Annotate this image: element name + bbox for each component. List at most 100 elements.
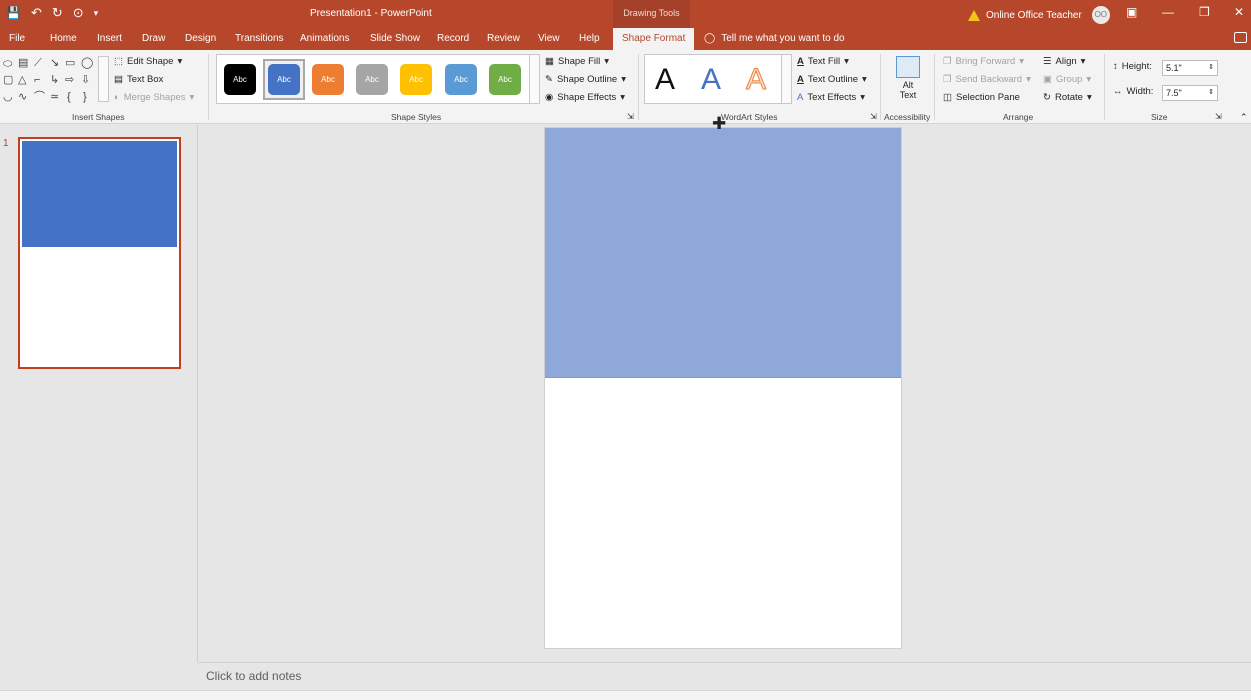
comments-icon[interactable] [1234, 32, 1247, 43]
rectangle-shape[interactable] [545, 128, 901, 378]
shape-style-black[interactable]: Abc [224, 64, 256, 95]
bring-forward-button[interactable]: ❐ Bring Forward ▾ [943, 56, 1024, 67]
lightbulb-icon: ◯ [704, 33, 716, 44]
shapes-gallery-more-button[interactable] [98, 56, 109, 102]
tab-review[interactable]: Review [487, 28, 520, 50]
shapes-gallery[interactable]: ⬭ ▤ ⟋ ↘ ▭ ◯ ▢ △ ⌐ ↳ ⇨ ⇩ ◡ ∿ ⌒ ≃ { } [3, 56, 109, 104]
tab-shape-format[interactable]: Shape Format [613, 28, 695, 50]
width-value: 7.5" [1166, 88, 1182, 98]
selection-pane-button[interactable]: ◫ Selection Pane [943, 92, 1020, 103]
shape-style-blue[interactable]: Abc [268, 64, 300, 95]
rectangle-icon[interactable]: ▭ [65, 57, 75, 69]
ribbon-tabs: File Home Insert Draw Design Transitions… [0, 28, 1251, 50]
shape-style-orange[interactable]: Abc [312, 64, 344, 95]
arrow-line-icon[interactable]: ↘ [50, 57, 59, 69]
shape-styles-group-label: Shape Styles [391, 112, 442, 122]
scribble-icon[interactable]: ∿ [18, 91, 27, 103]
crosshair-cursor-icon: ✚ [712, 114, 727, 133]
freeform-icon[interactable]: ◡ [3, 91, 13, 103]
close-icon[interactable]: ✕ [1234, 5, 1244, 19]
align-button[interactable]: ☰ Align ▾ [1043, 56, 1085, 67]
tell-me-search[interactable]: ◯ Tell me what you want to do [704, 28, 845, 50]
merge-shapes-button[interactable]: ◐ Merge Shapes ▾ [114, 92, 194, 103]
undo-icon[interactable]: ↶ [31, 5, 42, 21]
shape-style-light-blue[interactable]: Abc [445, 64, 477, 95]
tab-help[interactable]: Help [579, 28, 600, 50]
height-input[interactable]: 5.1" ⇕ [1162, 60, 1218, 76]
text-fill-button[interactable]: A Text Fill ▾ [797, 56, 849, 67]
oval-callout-icon[interactable]: ⬭ [3, 58, 12, 70]
rotate-button[interactable]: ↻ Rotate ▾ [1043, 92, 1092, 103]
tab-slide-show[interactable]: Slide Show [370, 28, 420, 50]
shape-styles-more-button[interactable] [529, 54, 540, 104]
elbow-arrow-icon[interactable]: ↳ [50, 74, 59, 86]
tab-file[interactable]: File [9, 28, 25, 50]
arc-icon[interactable]: ⌒ [34, 91, 45, 103]
dialog-launcher-icon[interactable]: ⇲ [1215, 112, 1222, 121]
group-divider [934, 54, 935, 120]
shape-styles-gallery: Abc Abc Abc Abc Abc Abc Abc [216, 54, 540, 104]
width-input[interactable]: 7.5" ⇕ [1162, 85, 1218, 101]
right-arrow-icon[interactable]: ⇨ [65, 74, 74, 86]
notes-pane[interactable]: Click to add notes [198, 662, 1251, 690]
tab-draw[interactable]: Draw [142, 28, 165, 50]
right-brace-icon[interactable]: } [83, 91, 87, 103]
restore-icon[interactable]: ❐ [1199, 5, 1210, 19]
curve-icon[interactable]: ≃ [50, 91, 59, 103]
shape-effects-button[interactable]: ◉ Shape Effects ▾ [545, 92, 625, 103]
text-box-button[interactable]: ▤ Text Box [114, 74, 163, 85]
dialog-launcher-icon[interactable]: ⇲ [870, 112, 877, 121]
rounded-rectangle-icon[interactable]: ▢ [3, 74, 13, 86]
send-backward-button[interactable]: ❐ Send Backward ▾ [943, 74, 1031, 85]
tab-design[interactable]: Design [185, 28, 216, 50]
ribbon-display-options-icon[interactable]: ▣ [1126, 5, 1137, 19]
wordart-more-button[interactable] [781, 54, 792, 104]
down-arrow-icon[interactable]: ⇩ [81, 74, 90, 86]
slide-canvas[interactable] [544, 127, 902, 649]
tab-view[interactable]: View [538, 28, 560, 50]
user-account[interactable]: Online Office Teacher OO [968, 6, 1110, 24]
shape-style-gold[interactable]: Abc [400, 64, 432, 95]
slide-thumbnail[interactable] [18, 137, 181, 369]
redo-icon[interactable]: ↻ [52, 5, 63, 21]
edit-shape-button[interactable]: ⬚ Edit Shape ▾ [114, 56, 182, 67]
left-brace-icon[interactable]: { [67, 91, 71, 103]
avatar[interactable]: OO [1091, 6, 1110, 24]
spinner-icon[interactable]: ⇕ [1208, 61, 1214, 75]
edit-shape-label: Edit Shape [126, 56, 174, 67]
shape-effects-label: Shape Effects [557, 92, 617, 103]
accessibility-group-label: Accessibility [884, 112, 931, 122]
notes-placeholder[interactable]: Click to add notes [206, 669, 301, 683]
text-box-shape-icon[interactable]: ▤ [18, 57, 28, 69]
touch-mode-icon[interactable]: ⊙ [73, 5, 84, 21]
alt-text-button[interactable]: Alt Text [892, 56, 924, 100]
selection-pane-label: Selection Pane [955, 92, 1020, 103]
dialog-launcher-icon[interactable]: ⇲ [627, 112, 634, 121]
wordart-style-blue[interactable]: A [701, 62, 721, 98]
wordart-style-orange-outline[interactable]: A [745, 62, 766, 98]
text-box-label: Text Box [126, 74, 164, 85]
collapse-ribbon-icon[interactable]: ⌃ [1240, 112, 1248, 123]
tab-record[interactable]: Record [437, 28, 469, 50]
shape-outline-button[interactable]: ✎ Shape Outline ▾ [545, 74, 626, 85]
oval-icon[interactable]: ◯ [81, 57, 93, 69]
elbow-connector-icon[interactable]: ⌐ [34, 74, 40, 86]
tab-insert[interactable]: Insert [97, 28, 122, 50]
text-effects-button[interactable]: A Text Effects ▾ [797, 92, 865, 103]
spinner-icon[interactable]: ⇕ [1208, 86, 1214, 100]
tab-animations[interactable]: Animations [300, 28, 349, 50]
tab-home[interactable]: Home [50, 28, 77, 50]
shape-fill-button[interactable]: ▦ Shape Fill ▾ [545, 56, 609, 67]
customize-qat-icon[interactable]: ▾ [94, 5, 99, 21]
shape-style-gray[interactable]: Abc [356, 64, 388, 95]
line-icon[interactable]: ⟋ [34, 57, 42, 69]
triangle-icon[interactable]: △ [18, 74, 26, 86]
save-icon[interactable]: 💾 [6, 5, 21, 21]
minimize-icon[interactable]: — [1162, 5, 1174, 19]
text-outline-button[interactable]: A Text Outline ▾ [797, 74, 867, 85]
shape-style-green[interactable]: Abc [489, 64, 521, 95]
group-button[interactable]: ▣ Group ▾ [1043, 74, 1091, 85]
tab-transitions[interactable]: Transitions [235, 28, 284, 50]
width-icon: ↔ [1113, 86, 1123, 97]
wordart-style-plain[interactable]: A [655, 62, 675, 98]
